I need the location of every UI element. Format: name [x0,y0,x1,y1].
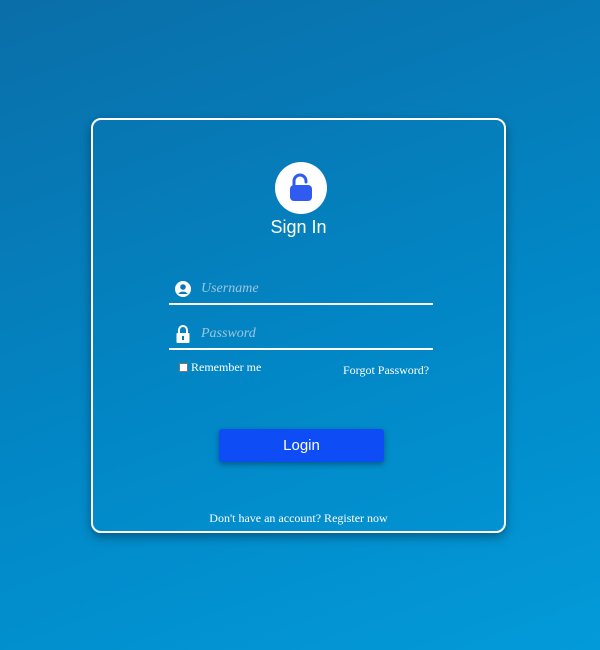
remember-checkbox[interactable] [179,363,188,372]
username-input[interactable] [197,281,421,297]
page-title: Sign In [270,217,327,237]
register-link[interactable]: Don't have an account? Register now [93,511,504,526]
remember-label: Remember me [191,360,262,374]
remember-me[interactable]: Remember me [179,360,261,375]
password-field[interactable] [169,320,433,350]
password-input[interactable] [197,326,421,342]
username-field[interactable] [169,275,433,305]
lock-icon [169,324,197,344]
user-icon [169,281,197,297]
forgot-password-link[interactable]: Forgot Password? [343,363,429,378]
unlock-icon [275,162,327,214]
login-button[interactable]: Login [219,429,384,462]
login-card: Sign In Remember me Forgot Password? Log… [91,118,506,533]
